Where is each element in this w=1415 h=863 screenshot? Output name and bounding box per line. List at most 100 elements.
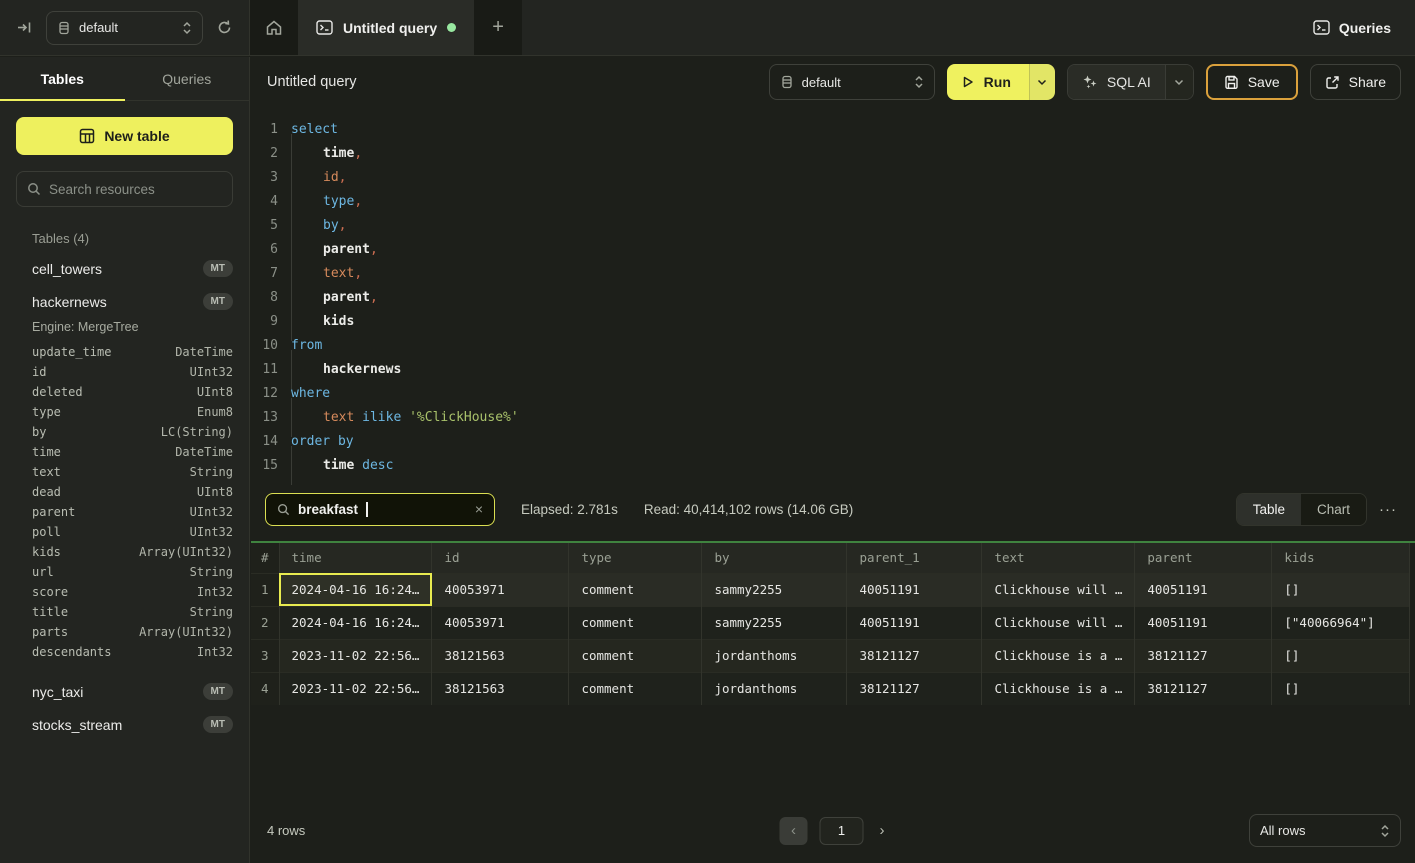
editor-line[interactable]: 15time desc — [251, 453, 1415, 477]
editor-line[interactable]: 8parent, — [251, 285, 1415, 309]
home-button[interactable] — [250, 0, 298, 55]
table-cell[interactable]: comment — [569, 639, 702, 672]
run-options-button[interactable] — [1029, 64, 1055, 100]
table-cell[interactable]: jordanthoms — [702, 672, 847, 705]
resource-search-input[interactable]: Search resources — [16, 171, 233, 207]
sql-ai-button[interactable]: SQL AI — [1068, 65, 1165, 99]
column-header[interactable]: id — [432, 543, 569, 573]
sidebar-tab-queries[interactable]: Queries — [125, 57, 250, 100]
save-button[interactable]: Save — [1206, 64, 1298, 100]
table-cell[interactable]: 38121563 — [432, 639, 569, 672]
table-cell[interactable]: sammy2255 — [702, 573, 847, 606]
column-name: id — [32, 365, 46, 379]
table-cell[interactable]: 40051191 — [847, 606, 982, 639]
code-text: text ilike '%ClickHouse%' — [291, 410, 519, 425]
table-cell[interactable]: comment — [569, 672, 702, 705]
table-cell[interactable]: 2024-04-16 16:24… — [279, 606, 432, 639]
table-cell[interactable]: 40051191 — [1135, 606, 1272, 639]
table-cell[interactable]: sammy2255 — [702, 606, 847, 639]
run-button[interactable]: Run — [947, 64, 1029, 100]
database-selector[interactable]: default — [46, 11, 203, 45]
query-database-selector[interactable]: default — [769, 64, 935, 100]
column-header[interactable]: parent — [1135, 543, 1272, 573]
save-label: Save — [1248, 74, 1280, 90]
table-cell[interactable]: 40053971 — [432, 573, 569, 606]
collapse-sidebar-icon[interactable] — [16, 19, 33, 36]
column-name: text — [32, 465, 61, 479]
column-header[interactable]: text — [982, 543, 1135, 573]
next-page-button[interactable]: › — [876, 818, 889, 843]
table-cell[interactable]: jordanthoms — [702, 639, 847, 672]
table-cell[interactable]: comment — [569, 606, 702, 639]
editor-line[interactable]: 13text ilike '%ClickHouse%' — [251, 405, 1415, 429]
table-cell[interactable]: 38121127 — [1135, 639, 1272, 672]
editor-line[interactable]: 10from — [251, 333, 1415, 357]
table-cell[interactable]: 38121127 — [1135, 672, 1272, 705]
table-cell[interactable]: [] — [1272, 672, 1410, 705]
table-cell[interactable]: comment — [569, 573, 702, 606]
table-cell[interactable]: 38121127 — [847, 672, 982, 705]
sql-editor[interactable]: 1select2time,3id,4type,5by,6parent,7text… — [251, 107, 1415, 477]
editor-line[interactable]: 5by, — [251, 213, 1415, 237]
column-header[interactable]: time — [279, 543, 432, 573]
editor-line[interactable]: 4type, — [251, 189, 1415, 213]
table-cell[interactable]: Clickhouse will … — [982, 606, 1135, 639]
table-cell[interactable]: Clickhouse is a … — [982, 672, 1135, 705]
sidebar-item-cell-towers[interactable]: cell_towers MT — [0, 252, 249, 285]
share-button[interactable]: Share — [1310, 64, 1401, 100]
column-header[interactable]: by — [702, 543, 847, 573]
new-tab-button[interactable]: + — [474, 0, 522, 55]
pagination: ‹ 1 › — [780, 817, 889, 845]
editor-line[interactable]: 2time, — [251, 141, 1415, 165]
sql-ai-options-button[interactable] — [1165, 65, 1193, 99]
code-text: hackernews — [291, 362, 401, 377]
column-header[interactable]: # — [251, 543, 279, 573]
table-cell[interactable]: 2024-04-16 16:24… — [279, 573, 432, 606]
editor-line[interactable]: 14order by — [251, 429, 1415, 453]
table-cell[interactable]: Clickhouse is a … — [982, 639, 1135, 672]
editor-line[interactable]: 6parent, — [251, 237, 1415, 261]
column-type: LC(String) — [161, 425, 233, 439]
page-size-selector[interactable]: All rows — [1249, 814, 1401, 847]
table-cell[interactable]: [] — [1272, 573, 1410, 606]
line-number: 15 — [251, 458, 278, 473]
editor-line[interactable]: 7text, — [251, 261, 1415, 285]
table-cell[interactable]: 38121127 — [847, 639, 982, 672]
sidebar-item-stocks-stream[interactable]: stocks_stream MT — [0, 708, 249, 741]
prev-page-button[interactable]: ‹ — [780, 817, 808, 845]
clear-search-icon[interactable]: × — [475, 501, 483, 517]
queries-button[interactable]: Queries — [1289, 0, 1415, 55]
editor-line[interactable]: 12where — [251, 381, 1415, 405]
view-toggle-chart[interactable]: Chart — [1301, 494, 1366, 525]
table-cell[interactable]: 40053971 — [432, 606, 569, 639]
table-cell[interactable]: 38121563 — [432, 672, 569, 705]
sidebar-item-nyc-taxi[interactable]: nyc_taxi MT — [0, 675, 249, 708]
table-cell[interactable]: Clickhouse will … — [982, 573, 1135, 606]
refresh-icon[interactable] — [216, 19, 233, 36]
editor-line[interactable]: 9kids — [251, 309, 1415, 333]
column-header[interactable]: type — [569, 543, 702, 573]
table-cell[interactable]: [] — [1272, 639, 1410, 672]
column-row: scoreInt32 — [0, 582, 249, 602]
view-toggle-table[interactable]: Table — [1237, 494, 1301, 525]
sidebar-tab-tables[interactable]: Tables — [0, 57, 125, 100]
row-number: 3 — [251, 639, 279, 672]
column-header[interactable]: parent_1 — [847, 543, 982, 573]
editor-line[interactable]: 11hackernews — [251, 357, 1415, 381]
editor-line[interactable]: 1select — [251, 117, 1415, 141]
table-cell[interactable]: ["40066964"] — [1272, 606, 1410, 639]
sidebar-item-hackernews[interactable]: hackernews MT — [0, 285, 249, 318]
table-cell[interactable]: 40051191 — [847, 573, 982, 606]
table-cell[interactable]: 40051191 — [1135, 573, 1272, 606]
tab-untitled-query[interactable]: Untitled query — [298, 0, 474, 55]
new-table-button[interactable]: New table — [16, 117, 233, 155]
table-cell[interactable]: 2023-11-02 22:56… — [279, 672, 432, 705]
editor-line[interactable]: 3id, — [251, 165, 1415, 189]
current-page[interactable]: 1 — [820, 817, 864, 845]
column-type: Int32 — [197, 585, 233, 599]
results-table: #timeidtypebyparent_1textparentkids 1202… — [251, 543, 1410, 705]
table-cell[interactable]: 2023-11-02 22:56… — [279, 639, 432, 672]
column-header[interactable]: kids — [1272, 543, 1410, 573]
more-options-icon[interactable]: ··· — [1379, 501, 1397, 518]
results-search-input[interactable]: breakfast × — [265, 493, 495, 526]
